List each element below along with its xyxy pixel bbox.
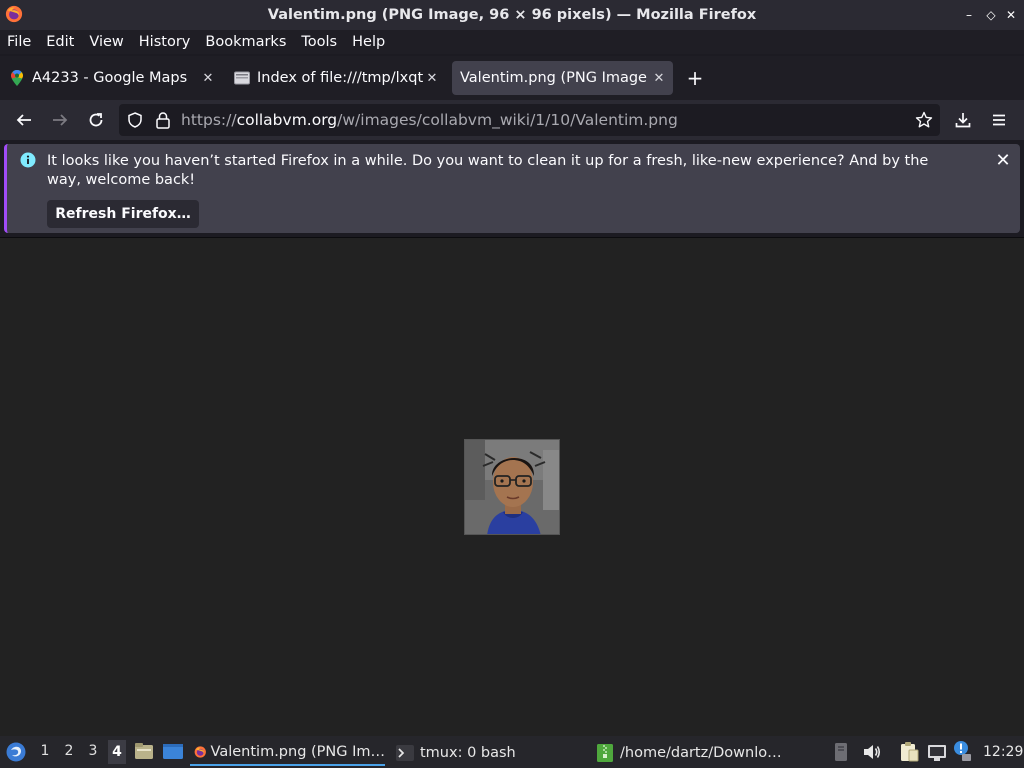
new-tab-button[interactable]: + bbox=[683, 66, 707, 90]
task-label: /home/dartz/Downlo… bbox=[620, 745, 782, 761]
tab-label: Index of file:///tmp/lxqt bbox=[257, 70, 424, 86]
close-window-button[interactable]: ✕ bbox=[1002, 6, 1020, 24]
notification-message: It looks like you haven’t started Firefo… bbox=[47, 153, 929, 188]
url-text[interactable]: https://collabvm.org/w/images/collabvm_w… bbox=[181, 111, 678, 129]
url-path: /w/images/collabvm_wiki/1/10/Valentim.pn… bbox=[337, 111, 678, 129]
update-notifier-icon[interactable] bbox=[952, 740, 972, 762]
bookmark-star-icon[interactable] bbox=[915, 111, 933, 129]
window-titlebar: Valentim.png (PNG Image, 96 × 96 pixels)… bbox=[0, 0, 1024, 30]
network-icon[interactable] bbox=[926, 743, 948, 763]
clipboard-icon[interactable] bbox=[898, 741, 920, 763]
downloads-button[interactable] bbox=[951, 108, 975, 132]
forward-button[interactable] bbox=[48, 108, 72, 132]
tab-close-icon[interactable]: ✕ bbox=[200, 70, 216, 86]
menu-edit[interactable]: Edit bbox=[46, 34, 74, 50]
workspace-3[interactable]: 3 bbox=[85, 743, 101, 759]
workspace-4[interactable]: 4 bbox=[108, 740, 126, 764]
close-notification-icon[interactable]: ✕ bbox=[994, 150, 1012, 171]
url-host: collabvm.org bbox=[236, 111, 338, 129]
portrait-photo bbox=[465, 440, 559, 534]
tab-close-icon[interactable]: ✕ bbox=[651, 70, 667, 86]
task-label: Valentim.png (PNG Im… bbox=[210, 744, 385, 760]
start-menu-icon[interactable] bbox=[6, 742, 26, 762]
clock: 12:29 bbox=[983, 744, 1024, 760]
valentim-image[interactable] bbox=[464, 439, 560, 535]
desktop-launcher-icon[interactable] bbox=[162, 742, 184, 762]
info-icon bbox=[20, 152, 36, 168]
back-arrow-icon bbox=[16, 114, 31, 126]
terminal-icon bbox=[396, 745, 414, 761]
menu-tools[interactable]: Tools bbox=[301, 34, 337, 50]
tab-label: A4233 - Google Maps bbox=[32, 70, 188, 86]
workspace-1[interactable]: 1 bbox=[37, 743, 53, 759]
menu-help[interactable]: Help bbox=[352, 34, 385, 50]
tracking-shield-icon[interactable] bbox=[127, 112, 143, 128]
firefox-icon bbox=[5, 5, 23, 23]
task-label: tmux: 0 bash bbox=[420, 745, 516, 761]
menu-bookmarks[interactable]: Bookmarks bbox=[205, 34, 286, 50]
forward-arrow-icon bbox=[53, 114, 68, 126]
maximize-button[interactable]: ◇ bbox=[982, 6, 1000, 24]
reload-icon bbox=[89, 113, 103, 127]
menu-history[interactable]: History bbox=[139, 34, 191, 50]
app-menu-button[interactable] bbox=[987, 108, 1011, 132]
archive-icon bbox=[597, 744, 613, 762]
download-icon bbox=[955, 113, 971, 128]
refresh-firefox-button[interactable]: Refresh Firefox… bbox=[47, 200, 199, 228]
back-button[interactable] bbox=[12, 108, 36, 132]
task-file-manager[interactable]: /home/dartz/Downlo… bbox=[594, 740, 794, 766]
url-scheme: https:// bbox=[181, 111, 237, 129]
tab-google-maps[interactable]: A4233 - Google Maps ✕ bbox=[0, 61, 222, 95]
reload-button[interactable] bbox=[84, 108, 108, 132]
folder-file-icon bbox=[234, 71, 250, 85]
hamburger-menu-icon bbox=[993, 114, 1005, 126]
minimize-button[interactable]: – bbox=[960, 6, 978, 24]
menu-file[interactable]: File bbox=[7, 34, 31, 50]
volume-icon[interactable] bbox=[862, 742, 882, 762]
tab-close-icon[interactable]: ✕ bbox=[424, 70, 440, 86]
menu-view[interactable]: View bbox=[89, 34, 123, 50]
firefox-icon bbox=[194, 746, 206, 758]
workspace-2[interactable]: 2 bbox=[61, 743, 77, 759]
refresh-notification: It looks like you haven’t started Firefo… bbox=[4, 144, 1020, 233]
storage-icon[interactable] bbox=[834, 742, 848, 762]
tab-file-index[interactable]: Index of file:///tmp/lxqt ✕ bbox=[224, 61, 446, 95]
tab-strip: A4233 - Google Maps ✕ Index of file:///t… bbox=[0, 56, 1024, 100]
map-pin-icon bbox=[11, 70, 23, 86]
tab-label: Valentim.png (PNG Image bbox=[460, 70, 647, 86]
tab-valentim-image[interactable]: Valentim.png (PNG Image ✕ bbox=[452, 61, 673, 95]
window-title: Valentim.png (PNG Image, 96 × 96 pixels)… bbox=[267, 7, 757, 23]
task-tmux[interactable]: tmux: 0 bash bbox=[393, 740, 588, 766]
file-manager-launcher-icon[interactable] bbox=[134, 741, 154, 761]
menu-bar: File Edit View History Bookmarks Tools H… bbox=[0, 30, 1024, 54]
lock-icon[interactable] bbox=[155, 111, 171, 129]
task-firefox[interactable]: Valentim.png (PNG Im… bbox=[190, 740, 385, 766]
